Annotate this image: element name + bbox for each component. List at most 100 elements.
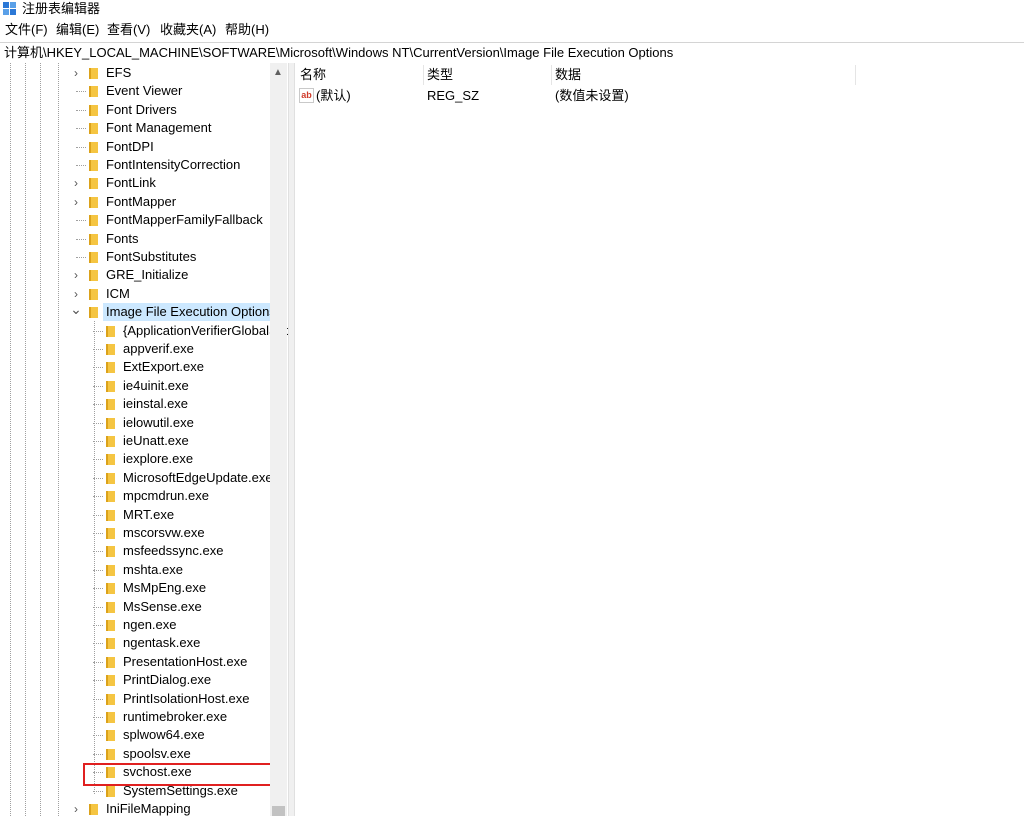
tree-connector — [76, 146, 86, 148]
tree-item-label: MsMpEng.exe — [123, 580, 207, 596]
tree-item[interactable]: › IniFileMapping — [0, 800, 270, 816]
column-separator[interactable] — [855, 65, 856, 85]
tree-item[interactable]: ⌄ Image File Execution Options — [0, 302, 279, 322]
tree-item[interactable]: Font Drivers — [0, 101, 270, 119]
chevron-right-icon[interactable]: › — [70, 193, 82, 211]
tree-item[interactable]: MsMpEng.exe — [0, 579, 270, 597]
scroll-up-icon[interactable]: ▲ — [273, 67, 283, 78]
tree-item[interactable]: PrintDialog.exe — [0, 671, 270, 689]
key-tree[interactable]: › EFS Event Viewer Font Drivers Font Managem… — [0, 63, 288, 816]
tree-item[interactable]: appverif.exe — [0, 340, 270, 358]
tree-item[interactable]: MRT.exe — [0, 506, 270, 524]
tree-item[interactable]: FontSubstitutes — [0, 248, 270, 266]
tree-item-label: MRT.exe — [123, 506, 175, 522]
tree-connector — [93, 385, 103, 387]
tree-item[interactable]: › EFS — [0, 64, 270, 82]
tree-item[interactable]: spoolsv.exe — [0, 745, 270, 763]
tree-item[interactable]: Font Management — [0, 119, 270, 137]
tree-item[interactable]: › FontMapper — [0, 193, 270, 211]
tree-item[interactable]: MsSense.exe — [0, 598, 270, 616]
tree-connector — [93, 422, 103, 424]
folder-icon — [106, 361, 117, 374]
tree-item[interactable]: FontDPI — [0, 138, 270, 156]
tree-item[interactable]: ie4uinit.exe — [0, 377, 270, 395]
tree-item[interactable]: › FontLink — [0, 174, 270, 192]
tree-item-label: FontIntensityCorrection — [106, 157, 241, 172]
tree-item[interactable]: Event Viewer — [0, 82, 270, 100]
folder-icon — [106, 674, 117, 687]
menu-file[interactable]: 文件(F) — [5, 22, 48, 38]
menu-view[interactable]: 查看(V) — [107, 22, 150, 38]
folder-icon — [106, 453, 117, 466]
tree-item[interactable]: PresentationHost.exe — [0, 653, 270, 671]
tree-item[interactable]: {ApplicationVerifierGlobalSettings} — [0, 322, 288, 340]
tree-item-label: Font Management — [106, 120, 212, 136]
tree-item[interactable]: ExtExport.exe — [0, 358, 270, 376]
chevron-right-icon[interactable]: › — [70, 174, 82, 192]
tree-item-label: PrintIsolationHost.exe — [123, 690, 250, 706]
tree-item[interactable]: › GRE_Initialize — [0, 266, 270, 284]
tree-item[interactable]: ngentask.exe — [0, 634, 270, 652]
folder-icon — [106, 711, 117, 723]
tree-item[interactable]: › ICM — [0, 285, 270, 303]
chevron-right-icon[interactable]: › — [70, 800, 82, 816]
column-separator[interactable] — [551, 65, 552, 85]
menu-edit[interactable]: 编辑(E) — [56, 22, 99, 38]
folder-icon — [106, 637, 117, 650]
scroll-thumb[interactable] — [272, 806, 285, 816]
folder-icon — [89, 85, 100, 98]
tree-item[interactable]: splwow64.exe — [0, 726, 270, 744]
tree-item[interactable]: mshta.exe — [0, 561, 270, 579]
tree-item[interactable]: FontMapperFamilyFallback — [0, 211, 270, 229]
tree-item[interactable]: MicrosoftEdgeUpdate.exe — [0, 469, 273, 487]
tree-connector — [93, 404, 103, 406]
tree-item[interactable]: runtimebroker.exe — [0, 708, 270, 726]
column-name[interactable]: 名称 — [300, 67, 326, 83]
folder-icon — [106, 601, 117, 613]
folder-icon — [106, 490, 117, 503]
address-path[interactable]: 计算机\HKEY_LOCAL_MACHINE\SOFTWARE\Microsof… — [4, 45, 673, 61]
chevron-down-icon[interactable]: ⌄ — [70, 302, 82, 316]
chevron-right-icon[interactable]: › — [70, 64, 82, 82]
tree-item[interactable]: msfeedssync.exe — [0, 542, 270, 560]
column-type[interactable]: 类型 — [427, 67, 453, 83]
folder-icon — [106, 472, 117, 484]
tree-item-label: FontMapper — [106, 193, 177, 209]
menu-favorites[interactable]: 收藏夹(A) — [160, 22, 216, 38]
tree-scrollbar[interactable]: ▲ — [270, 63, 287, 816]
tree-item-label: runtimebroker.exe — [123, 709, 228, 724]
tree-item[interactable]: mpcmdrun.exe — [0, 487, 270, 505]
tree-item[interactable]: FontIntensityCorrection — [0, 156, 270, 174]
tree-item[interactable]: Fonts — [0, 230, 270, 248]
tree-item-label: PrintDialog.exe — [123, 672, 212, 688]
tree-connector — [76, 238, 86, 240]
values-list[interactable]: 名称 类型 数据 ab (默认) REG_SZ (数值未设置) — [295, 63, 1024, 816]
pane-splitter[interactable] — [288, 63, 295, 816]
column-separator[interactable] — [423, 65, 424, 85]
folder-icon — [106, 564, 117, 576]
tree-connector — [76, 165, 86, 166]
tree-item-label: mpcmdrun.exe — [123, 488, 209, 504]
folder-icon — [89, 196, 100, 208]
value-type: REG_SZ — [427, 88, 480, 103]
tree-item[interactable]: iexplore.exe — [0, 450, 270, 468]
tree-item[interactable]: PrintIsolationHost.exe — [0, 690, 270, 708]
menu-help[interactable]: 帮助(H) — [225, 22, 269, 38]
tree-connector — [93, 349, 103, 350]
tree-item[interactable]: ieinstal.exe — [0, 395, 270, 413]
tree-item-label: Image File Execution Options — [103, 303, 279, 322]
folder-icon — [89, 104, 100, 116]
title-bar: 注册表编辑器 — [0, 0, 1024, 19]
tree-item[interactable]: ielowutil.exe — [0, 414, 270, 432]
column-data[interactable]: 数据 — [555, 67, 581, 83]
address-bar[interactable]: 计算机\HKEY_LOCAL_MACHINE\SOFTWARE\Microsof… — [0, 42, 1024, 64]
tree-item[interactable]: mscorsvw.exe — [0, 524, 270, 542]
chevron-right-icon[interactable]: › — [70, 285, 82, 303]
chevron-right-icon[interactable]: › — [70, 266, 82, 284]
tree-connector — [76, 128, 86, 130]
tree-connector — [93, 643, 103, 645]
tree-item-label: Font Drivers — [106, 101, 177, 117]
tree-item[interactable]: ieUnatt.exe — [0, 432, 270, 450]
tree-item[interactable]: ngen.exe — [0, 616, 270, 634]
tree-connector — [76, 91, 86, 93]
